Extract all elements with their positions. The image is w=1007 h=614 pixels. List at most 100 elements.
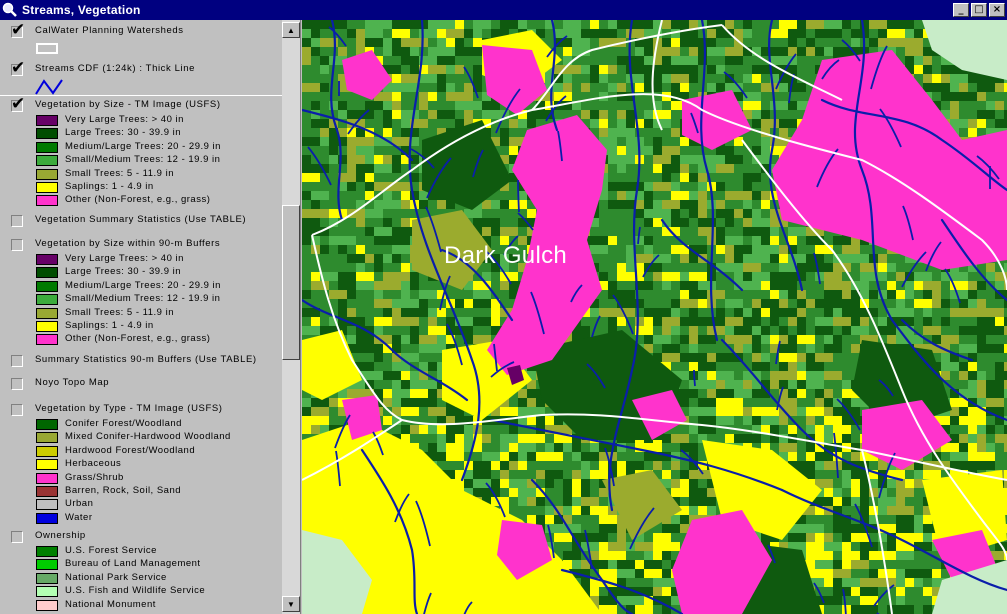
legend-class-label: Other (Non-Forest, e.g., grass)	[65, 194, 211, 206]
legend-color-swatch	[36, 546, 58, 557]
close-button[interactable]: ×	[989, 3, 1005, 17]
legend-color-swatch	[36, 432, 58, 444]
theme-name: Streams CDF (1:24k) : Thick Line	[35, 63, 195, 74]
map-canvas[interactable]: Dark Gulch	[302, 20, 1007, 614]
theme-visibility-checkbox[interactable]	[11, 239, 23, 251]
legend-class-item: Grass/Shrub	[0, 472, 282, 485]
theme-name: Vegetation by Size - TM Image (USFS)	[35, 99, 221, 110]
legend-theme[interactable]: Vegetation by Size within 90-m Buffers Ve…	[0, 237, 282, 347]
theme-visibility-checkbox[interactable]	[11, 355, 23, 367]
polygon-outline-icon	[36, 43, 58, 54]
theme-visibility-checkbox[interactable]: ✔	[11, 94, 25, 114]
stream-line-icon	[35, 79, 63, 95]
legend-theme[interactable]: ✔ Vegetation by Size - TM Image (USFS) Ver…	[0, 94, 282, 208]
legend-theme[interactable]: Vegetation by Type - TM Image (USFS) Coni…	[0, 402, 282, 525]
theme-header[interactable]: Summary Statistics 90-m Buffers (Use TAB…	[0, 353, 282, 369]
legend-color-swatch	[36, 254, 58, 265]
legend-class-item: Herbaceous	[0, 458, 282, 471]
theme-header[interactable]: Noyo Topo Map	[0, 376, 282, 392]
map-raster	[302, 20, 1007, 614]
legend-class-item: Small/Medium Trees: 12 - 19.9 in	[0, 154, 282, 167]
theme-header[interactable]: Vegetation Summary Statistics (Use TABLE…	[0, 213, 282, 229]
table-of-contents: ✔ CalWater Planning Watersheds ✔ Streams CD…	[0, 20, 301, 614]
window-title: Streams, Vegetation	[22, 3, 141, 17]
legend-class-label: Small/Medium Trees: 12 - 19.9 in	[65, 154, 221, 166]
legend-color-swatch	[36, 419, 58, 430]
legend-theme[interactable]: Vegetation Summary Statistics (Use TABLE…	[0, 213, 282, 229]
legend-theme[interactable]: ✔ Streams CDF (1:24k) : Thick Line	[0, 58, 282, 96]
legend-class-item: Large Trees: 30 - 39.9 in	[0, 266, 282, 279]
theme-header[interactable]: ✔ Vegetation by Size - TM Image (USFS)	[0, 94, 282, 114]
theme-header[interactable]: ✔ Streams CDF (1:24k) : Thick Line	[0, 58, 282, 78]
legend-class-label: Hardwood Forest/Woodland	[65, 444, 196, 456]
legend-class-item: U.S. Fish and Wildlife Service	[0, 585, 282, 598]
theme-header[interactable]: Vegetation by Type - TM Image (USFS)	[0, 402, 282, 418]
legend-class-item: Barren, Rock, Soil, Sand	[0, 485, 282, 498]
legend-class-item: Saplings: 1 - 4.9 in	[0, 320, 282, 333]
legend-scrollbar[interactable]: ▲ ▼	[282, 20, 300, 614]
theme-visibility-checkbox[interactable]: ✔	[11, 58, 25, 78]
legend-color-swatch	[36, 334, 58, 346]
legend-class-item: Medium/Large Trees: 20 - 29.9 in	[0, 141, 282, 154]
close-icon: ×	[992, 4, 1002, 15]
minimize-button[interactable]: _	[953, 3, 969, 17]
scroll-up-button[interactable]: ▲	[282, 22, 300, 38]
legend-class-label: Conifer Forest/Woodland	[65, 418, 182, 429]
legend-color-swatch	[36, 445, 58, 457]
check-mark-icon: ✔	[11, 20, 26, 40]
legend-color-swatch	[36, 280, 58, 292]
title-bar[interactable]: Streams, Vegetation _ □ ×	[0, 0, 1007, 20]
legend-color-swatch	[36, 155, 58, 167]
legend-theme[interactable]: Summary Statistics 90-m Buffers (Use TAB…	[0, 353, 282, 369]
legend-class-item: Medium/Large Trees: 20 - 29.9 in	[0, 280, 282, 293]
legend-class-label: Barren, Rock, Soil, Sand	[65, 484, 182, 496]
legend-class-label: Medium/Large Trees: 20 - 29.9 in	[65, 140, 221, 152]
legend-class-label: Small Trees: 5 - 11.9 in	[65, 306, 174, 318]
legend-class-label: Very Large Trees: > 40 in	[65, 114, 184, 125]
stream-line-symbol	[0, 78, 282, 96]
maximize-button[interactable]: □	[971, 3, 987, 17]
theme-name: Vegetation by Type - TM Image (USFS)	[35, 403, 223, 414]
legend-class-label: Large Trees: 30 - 39.9 in	[65, 266, 182, 278]
legend-color-swatch	[36, 586, 58, 598]
legend-class-label: Small Trees: 5 - 11.9 in	[65, 167, 174, 179]
watershed-outline-symbol	[0, 40, 282, 56]
theme-name: Vegetation by Size within 90-m Buffers	[35, 238, 221, 249]
theme-visibility-checkbox[interactable]	[11, 215, 23, 227]
legend-theme[interactable]: Ownership U.S. Forest Service Bureau of La…	[0, 529, 282, 612]
legend-class-item: Bureau of Land Management	[0, 558, 282, 571]
legend-class-item: Other (Non-Forest, e.g., grass)	[0, 333, 282, 346]
theme-header[interactable]: ✔ CalWater Planning Watersheds	[0, 20, 282, 40]
legend-class-label: U.S. Fish and Wildlife Service	[65, 585, 206, 597]
legend-color-swatch	[36, 141, 58, 153]
legend-class-item: Very Large Trees: > 40 in	[0, 253, 282, 266]
legend-class-label: Bureau of Land Management	[65, 558, 201, 570]
theme-visibility-checkbox[interactable]	[11, 531, 23, 543]
legend-class-label: Large Trees: 30 - 39.9 in	[65, 127, 182, 139]
active-theme-separator	[0, 95, 282, 96]
check-mark-icon: ✔	[11, 94, 26, 114]
legend-class-label: Herbaceous	[65, 458, 122, 470]
legend-class-label: Very Large Trees: > 40 in	[65, 253, 184, 264]
legend-class-item: Other (Non-Forest, e.g., grass)	[0, 194, 282, 207]
theme-header[interactable]: Vegetation by Size within 90-m Buffers	[0, 237, 282, 253]
legend-class-item: U.S. Forest Service	[0, 545, 282, 558]
legend-class-label: Urban	[65, 498, 94, 510]
legend-class-item: Small/Medium Trees: 12 - 19.9 in	[0, 293, 282, 306]
theme-visibility-checkbox[interactable]: ✔	[11, 20, 25, 40]
legend-class-label: Saplings: 1 - 4.9 in	[65, 319, 154, 331]
legend-theme[interactable]: ✔ CalWater Planning Watersheds	[0, 20, 282, 56]
theme-visibility-checkbox[interactable]	[11, 404, 23, 416]
legend-color-swatch	[36, 294, 58, 306]
theme-header[interactable]: Ownership	[0, 529, 282, 545]
legend-class-label: Saplings: 1 - 4.9 in	[65, 180, 154, 192]
legend-color-swatch	[36, 307, 58, 319]
legend-theme[interactable]: Noyo Topo Map	[0, 376, 282, 392]
scroll-thumb[interactable]	[282, 205, 300, 360]
theme-visibility-checkbox[interactable]	[11, 378, 23, 390]
scroll-down-button[interactable]: ▼	[282, 596, 300, 612]
check-mark-icon: ✔	[11, 58, 26, 78]
legend-class-item: Small Trees: 5 - 11.9 in	[0, 307, 282, 320]
legend-class-item: Mixed Conifer-Hardwood Woodland	[0, 431, 282, 444]
place-label-dark-gulch: Dark Gulch	[444, 242, 568, 269]
